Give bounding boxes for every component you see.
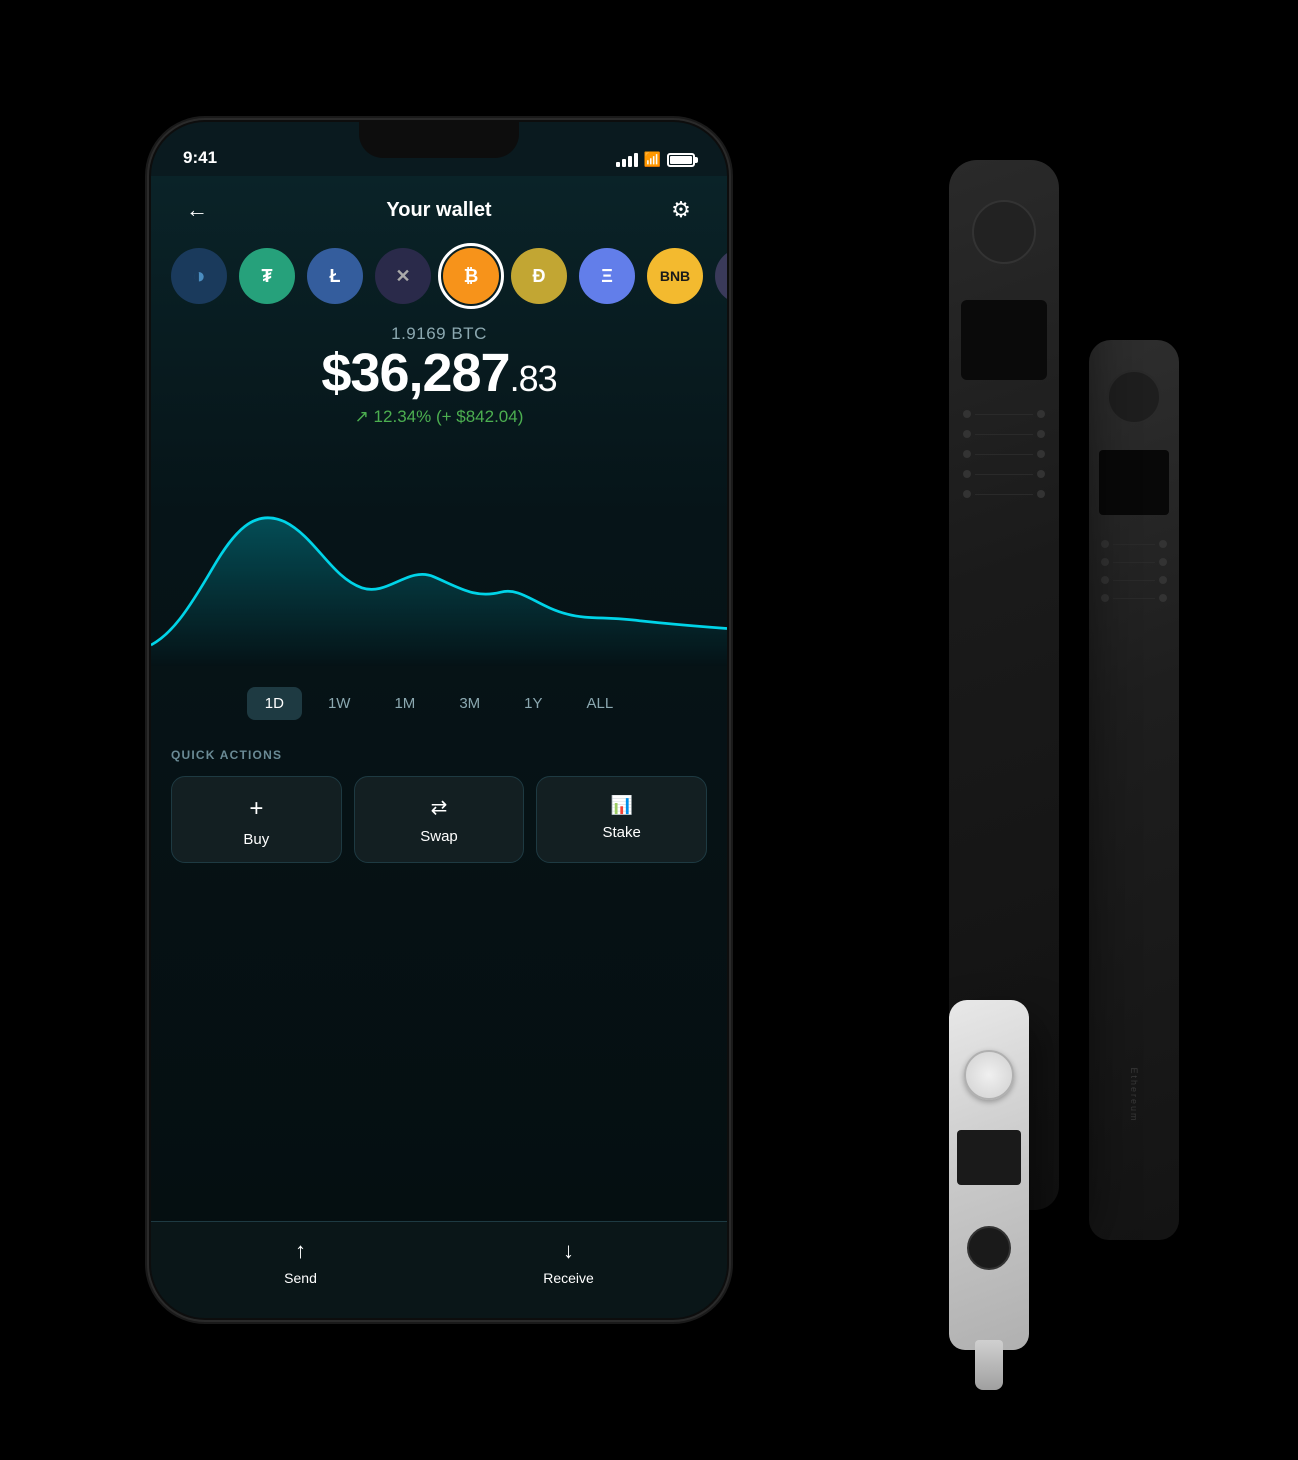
change-fiat: (+ $842.04) [436,407,523,426]
buy-icon: + [249,795,263,823]
send-icon: ↑ [295,1238,306,1264]
battery-icon [667,153,695,167]
quick-actions-row: + Buy ⇄ Swap 📊 Stake [171,776,707,863]
quick-actions-section: QUICK ACTIONS + Buy ⇄ Swap 📊 Stake [151,732,727,875]
wallet-screen: ← Your wallet ⚙ ◑ ₮ Ł [151,176,727,1318]
coin-xrp[interactable]: ✕ [375,248,431,304]
nano-main-button [964,1050,1014,1100]
coin-dogecoin[interactable]: Ð [511,248,567,304]
screen-header: ← Your wallet ⚙ [151,176,727,240]
fiat-cents: .83 [510,358,557,399]
nano-body [949,1000,1029,1350]
status-time: 9:41 [183,148,217,168]
page-title: Your wallet [386,199,491,222]
time-filter-1w[interactable]: 1W [310,687,369,720]
receive-button[interactable]: ↓ Receive [543,1238,594,1286]
quick-actions-label: QUICK ACTIONS [171,748,707,762]
coin-bitcoin[interactable]: ₿ [443,248,499,304]
receive-icon: ↓ [563,1238,574,1264]
balance-section: 1.9169 BTC $36,287.83 ↗ 12.34% (+ $842.0… [151,316,727,431]
time-filter-1d[interactable]: 1D [247,687,302,720]
signal-icon [616,153,638,167]
settings-button[interactable]: ⚙ [663,192,699,228]
swap-label: Swap [420,828,458,845]
coin-ethereum[interactable]: Ξ [579,248,635,304]
phone-notch [359,122,519,158]
time-filter-bar: 1D 1W 1M 3M 1Y ALL [151,675,727,732]
stake-button[interactable]: 📊 Stake [536,776,707,863]
coin-algo[interactable]: A [715,248,727,304]
crypto-amount: 1.9169 BTC [171,324,707,344]
hw-device-2-buttons [1089,540,1179,602]
hw-device-1-buttons [949,410,1059,498]
coin-bnb[interactable]: BNB [647,248,703,304]
change-pct: ↗ 12.34% [355,407,432,426]
balance-change: ↗ 12.34% (+ $842.04) [171,407,707,427]
swap-button[interactable]: ⇄ Swap [354,776,525,863]
phone-screen: 9:41 📶 [151,122,727,1318]
chart-svg [151,447,727,667]
wifi-icon: 📶 [644,151,661,168]
back-arrow-icon: ← [186,197,208,223]
swap-icon: ⇄ [431,795,448,820]
time-filter-3m[interactable]: 3M [441,687,498,720]
back-button[interactable]: ← [179,192,215,228]
receive-label: Receive [543,1270,594,1286]
crypto-selector-row[interactable]: ◑ ₮ Ł ✕ ₿ Ð [151,240,727,316]
coin-litecoin[interactable]: Ł [307,248,363,304]
time-filter-all[interactable]: ALL [569,687,632,720]
time-filter-1m[interactable]: 1M [376,687,433,720]
nano-screen [957,1130,1021,1185]
scene: 9:41 📶 [99,80,1199,1380]
hardware-device-3 [919,970,1119,1350]
gear-icon: ⚙ [671,197,691,223]
stake-label: Stake [603,824,641,841]
stake-icon: 📊 [610,795,632,816]
hw-device-2-screen [1099,450,1169,515]
fiat-balance: $36,287.83 [171,344,707,403]
time-filter-1y[interactable]: 1Y [506,687,560,720]
status-icons: 📶 [616,151,695,168]
phone-device: 9:41 📶 [149,120,729,1320]
buy-label: Buy [243,831,269,848]
nano-circle-button [967,1226,1011,1270]
send-label: Send [284,1270,317,1286]
hw-device-1-screen [961,300,1047,380]
hw-device-2-label: Ethereum [1129,1067,1139,1122]
price-chart [151,447,727,667]
coin-partial[interactable]: ◑ [171,248,227,304]
bottom-action-bar: ↑ Send ↓ Receive [151,1221,727,1318]
buy-button[interactable]: + Buy [171,776,342,863]
send-button[interactable]: ↑ Send [284,1238,317,1286]
coin-tether[interactable]: ₮ [239,248,295,304]
fiat-main: $36,287 [321,343,509,403]
nano-usb-connector [975,1340,1003,1390]
